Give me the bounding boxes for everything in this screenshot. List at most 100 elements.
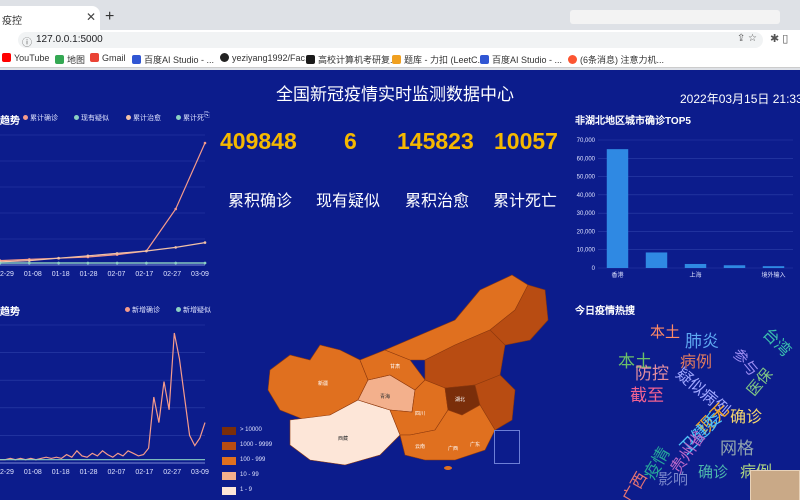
legend-item[interactable]: 累计确诊 [23,113,58,123]
total-cured-value: 145823 [397,128,474,154]
hot-word[interactable]: 防控 [635,365,669,382]
south-china-sea-inset [494,430,520,464]
info-icon[interactable]: ⓘ [22,34,32,49]
data-point [203,241,207,244]
toolbox-icon[interactable]: ⎘ [204,112,210,120]
province-label: 新疆 [318,380,328,387]
hot-word[interactable]: 影响 [658,472,688,487]
data-point [174,207,177,211]
legend-item[interactable]: 累计死 [176,113,204,123]
data-point [174,246,177,249]
suspected-value: 6 [344,128,357,154]
legend-swatch [222,457,236,465]
x-tick-label: 02-27 [163,469,181,476]
y-tick-label: 20,000 [577,229,596,235]
bookmark-aistudio-2[interactable]: 百度AI Studio - ... [480,53,562,66]
hot-word[interactable]: 网格 [720,440,754,457]
data-point [28,261,31,265]
x-tick-label: 01-28 [80,469,98,476]
data-point [115,252,119,255]
hot-word[interactable]: 确诊 [698,465,728,480]
legend-label: 100 - 999 [240,457,266,463]
legend-swatch [222,472,236,480]
x-tick-label: 12-29 [0,271,14,278]
bookmark-label: Gmail [102,53,126,63]
hot-word[interactable]: 确诊 [730,410,762,426]
bookmark-github[interactable]: yeziyang1992/Fac... [220,53,313,63]
hot-word[interactable]: 截至 [630,387,664,404]
legend-swatch [23,115,28,120]
dashboard: 全国新冠疫情实时监测数据中心 2022年03月15日 21:33 409848 … [0,70,800,500]
close-icon[interactable]: ✕ [86,10,96,24]
bookmark-gmail[interactable]: Gmail [90,53,126,63]
legend-swatch [126,115,131,120]
x-tick-label: 上海 [689,271,701,279]
y-tick-label: 60,000 [577,156,596,162]
bookmark-label: 百度AI Studio - ... [144,55,215,65]
extensions-icon[interactable]: ✱ ▯ [770,32,788,45]
province-label: 四川 [415,411,425,417]
total-cured-label: 累积治愈 [405,193,470,210]
legend-item[interactable]: 现有疑似 [74,113,109,123]
bar [645,252,668,268]
bar [606,149,629,268]
bookmark-aistudio-1[interactable]: 百度AI Studio - ... [132,53,214,66]
new-tab-button[interactable]: + [105,8,114,26]
top5-title: 非湖北地区城市确诊TOP5 [575,116,691,127]
suspected-label: 现有疑似 [316,193,381,210]
data-point [174,261,177,265]
legend-item[interactable]: 新增疑似 [176,305,211,315]
legend-label: 新增疑似 [183,307,211,314]
url-text[interactable]: 127.0.0.1:5000 [36,34,103,45]
bookmark-label: 地图 [67,55,86,65]
cumulative-trend-chart: 12-29 01-08 01-18 01-28 02-07 02-17 02-27 03-09 [0,134,209,278]
total-deaths-value: 10057 [494,128,558,154]
top5-bar-chart: 0 10,000 20,000 30,000 40,000 50,000 60,000 70,… [577,138,793,279]
y-tick-label: 30,000 [577,211,596,217]
gmail-icon [90,53,99,62]
legend-label: 1000 - 9999 [240,442,273,448]
series-line [0,142,206,262]
hot-word[interactable]: 台湾 [759,325,794,360]
data-point [57,256,60,260]
x-tick-label: 01-08 [24,469,42,476]
y-tick-label: 10,000 [577,248,596,254]
legend-item[interactable]: 累计治愈 [126,113,161,123]
bookmark-youtube[interactable]: YouTube [2,53,49,63]
province-label: 广西 [448,445,458,452]
bookmark-csdn[interactable]: (6条消息) 注意力机... [568,53,664,66]
share-icon[interactable]: ⇪ ☆ [737,33,757,44]
legend-label: > 10000 [240,427,262,433]
csdn-icon [568,55,577,64]
province-label: 湖北 [455,396,465,403]
maps-icon [55,55,64,64]
bookmark-maps[interactable]: 地图 [55,53,85,66]
browser-chrome: 疫控 ✕ + ⓘ 127.0.0.1:5000 ⇪ ☆ ✱ ▯ YouTube … [0,0,800,70]
legend-swatch [176,115,181,120]
active-tab[interactable]: 疫控 ✕ [0,6,100,30]
new-trend-chart: 12-29 01-08 01-18 01-28 02-07 02-17 02-27 03-09 [0,324,209,476]
x-tick-label: 02-07 [107,469,125,476]
x-tick-label: 香港 [611,271,623,279]
legend-label: 累计确诊 [30,115,58,122]
legend-label: 累计治愈 [133,115,161,122]
current-time: 2022年03月15日 21:33 [680,92,800,106]
bookmark-leetcode[interactable]: 题库 - 力扣 (LeetC... [392,53,485,66]
x-tick-label: 境外输入 [761,271,785,279]
total-confirmed-label: 累积确诊 [228,193,293,210]
bookmark-kaoyan[interactable]: 高校计算机考研复... [306,53,398,66]
tab-search-area [570,10,780,24]
map-region-hainan[interactable] [444,466,452,470]
toolbar: ⓘ 127.0.0.1:5000 ⇪ ☆ ✱ ▯ [0,30,800,50]
data-point [28,259,31,262]
hot-word[interactable]: 本土 [650,325,680,340]
legend-item[interactable]: 新增确诊 [125,305,160,315]
hot-word[interactable]: 肺炎 [685,333,719,350]
book-icon [306,55,315,64]
series-line [0,332,206,461]
province-label: 西藏 [338,435,348,442]
bookmarks-bar: YouTube 地图 Gmail 百度AI Studio - ... yeziy… [0,50,800,68]
address-bar[interactable]: ⓘ 127.0.0.1:5000 ⇪ ☆ [18,32,763,49]
hot-word[interactable]: 广西 [620,470,651,500]
legend-swatch [222,442,236,450]
